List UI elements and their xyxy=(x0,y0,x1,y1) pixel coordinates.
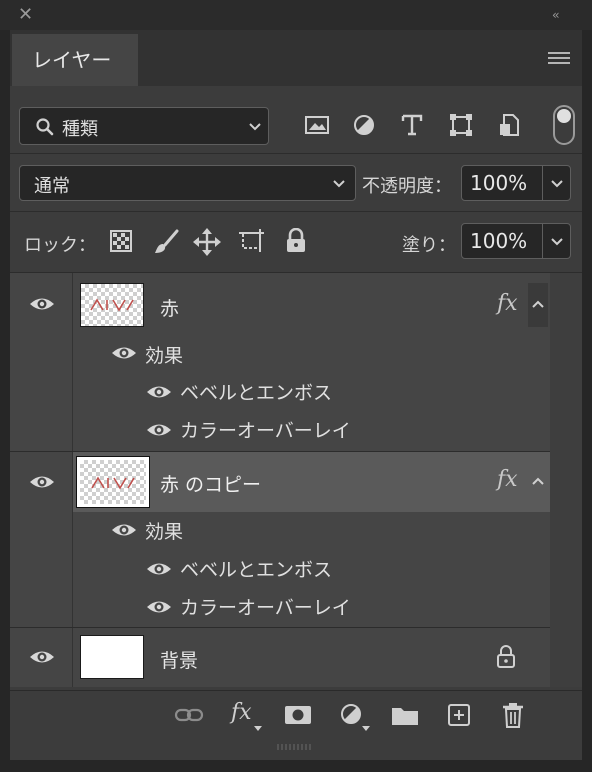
fill-label: 塗り： xyxy=(402,235,456,256)
collapse-effects-button[interactable] xyxy=(528,452,548,512)
layer-content-preview xyxy=(91,476,135,490)
type-layer-filter-icon[interactable] xyxy=(401,113,423,137)
filter-kind-select[interactable]: 種類 xyxy=(19,107,269,145)
chevron-down-icon xyxy=(333,180,345,188)
lock-image-pixels-icon[interactable] xyxy=(153,229,179,255)
eye-icon[interactable] xyxy=(146,599,172,615)
panel-menu-icon[interactable] xyxy=(548,52,570,68)
lock-artboard-icon[interactable] xyxy=(238,228,266,254)
search-icon xyxy=(36,118,54,136)
new-group-folder-icon[interactable] xyxy=(391,704,419,726)
filter-toggle-switch[interactable] xyxy=(553,105,575,145)
layer-thumbnail[interactable] xyxy=(80,283,144,327)
fill-field[interactable]: 100% xyxy=(461,223,571,259)
opacity-label: 不透明度： xyxy=(362,176,452,197)
collapse-panel-icon[interactable]: ‹‹ xyxy=(552,8,572,22)
shape-layer-filter-icon[interactable] xyxy=(449,113,473,137)
lock-transparent-pixels-icon[interactable] xyxy=(110,230,132,252)
blend-mode-select[interactable]: 通常 xyxy=(19,165,356,201)
effects-label: 効果 xyxy=(145,521,184,543)
new-adjustment-layer-icon[interactable] xyxy=(340,703,364,727)
close-icon[interactable]: ✕ xyxy=(18,6,36,24)
fx-icon[interactable]: fx xyxy=(497,291,518,316)
effect-color-overlay[interactable]: カラーオーバーレイ xyxy=(180,416,351,443)
new-layer-icon[interactable] xyxy=(447,703,471,727)
fill-value: 100% xyxy=(470,229,528,253)
dropdown-triangle-icon xyxy=(254,726,262,731)
chevron-down-icon xyxy=(249,123,261,131)
eye-icon[interactable] xyxy=(111,345,137,361)
lock-label: ロック： xyxy=(24,235,96,256)
lock-position-icon[interactable] xyxy=(193,228,221,256)
opacity-value: 100% xyxy=(470,171,528,195)
collapse-effects-button[interactable] xyxy=(528,283,548,327)
blend-mode-value: 通常 xyxy=(34,176,70,197)
layer-thumbnail[interactable] xyxy=(80,635,144,679)
tab-layers[interactable]: レイヤー xyxy=(12,34,138,86)
smart-object-filter-icon[interactable] xyxy=(498,113,520,137)
effect-bevel-emboss[interactable]: ベベルとエンボス xyxy=(180,555,332,582)
effect-bevel-emboss[interactable]: ベベルとエンボス xyxy=(180,378,332,405)
opacity-field[interactable]: 100% xyxy=(461,165,571,201)
layer-name[interactable]: 赤 xyxy=(160,294,179,321)
add-layer-style-icon[interactable]: fx xyxy=(231,700,252,725)
dropdown-triangle-icon xyxy=(362,726,370,731)
chevron-down-icon[interactable] xyxy=(550,237,564,247)
layer-content-preview xyxy=(90,298,134,312)
trash-icon[interactable] xyxy=(501,702,525,728)
resize-grip[interactable] xyxy=(276,744,316,750)
eye-icon[interactable] xyxy=(146,384,172,400)
layer-thumbnail[interactable] xyxy=(76,456,150,508)
pixel-layer-filter-icon[interactable] xyxy=(304,114,330,136)
fx-icon[interactable]: fx xyxy=(497,467,518,492)
add-mask-icon[interactable] xyxy=(284,704,312,726)
eye-icon[interactable] xyxy=(29,296,55,312)
lock-icon[interactable] xyxy=(496,645,516,669)
layer-name[interactable]: 背景 xyxy=(160,646,198,673)
eye-icon[interactable] xyxy=(111,522,137,538)
eye-icon[interactable] xyxy=(29,474,55,490)
title-bar xyxy=(0,0,592,30)
link-layers-icon[interactable] xyxy=(174,706,204,724)
adjustment-layer-filter-icon[interactable] xyxy=(353,114,375,136)
layer-name[interactable]: 赤 のコピー xyxy=(160,470,261,497)
filter-kind-label: 種類 xyxy=(62,119,98,140)
effect-color-overlay[interactable]: カラーオーバーレイ xyxy=(180,593,351,620)
layer-list-scrollbar[interactable] xyxy=(550,273,582,687)
eye-icon[interactable] xyxy=(29,649,55,665)
eye-icon[interactable] xyxy=(146,422,172,438)
chevron-up-icon xyxy=(532,300,544,308)
lock-all-icon[interactable] xyxy=(285,228,307,254)
chevron-up-icon xyxy=(532,477,544,485)
effects-label: 効果 xyxy=(145,345,184,367)
eye-icon[interactable] xyxy=(146,561,172,577)
chevron-down-icon[interactable] xyxy=(550,179,564,189)
toggle-knob xyxy=(557,109,571,123)
